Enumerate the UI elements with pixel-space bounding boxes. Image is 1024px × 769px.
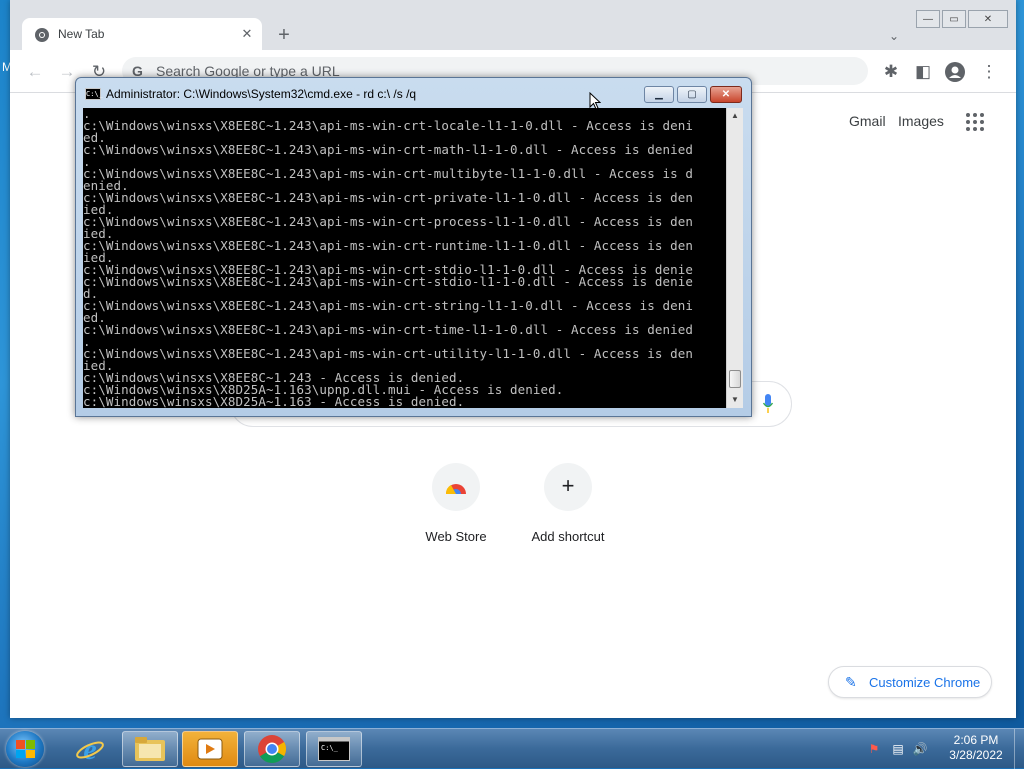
extensions-icon[interactable]: ✱ [878, 59, 904, 85]
taskbar-item-windows-explorer[interactable] [122, 731, 178, 767]
console-line: c:\Windows\winsxs\X8D25A~1.163 - Access … [83, 394, 465, 408]
command-prompt-icon: C:\_ [318, 737, 350, 761]
console-output[interactable]: . c:\Windows\winsxs\X8EE8C~1.243\api-ms-w… [83, 108, 726, 408]
desktop: M New Tab ✕ + ⌄ — ▭ ✕ ← → ↻ G Search Goo… [0, 0, 1024, 728]
scrollbar-thumb[interactable] [729, 370, 741, 388]
clock[interactable]: 2:06 PM 3/28/2022 [940, 733, 1012, 763]
taskbar-item-chrome[interactable] [244, 731, 300, 767]
new-tab-button[interactable]: + [272, 24, 296, 48]
media-player-icon [197, 738, 223, 760]
side-panel-icon[interactable]: ◧ [910, 59, 936, 85]
taskbar-item-media-player[interactable] [182, 731, 238, 767]
cmd-title: Administrator: C:\Windows\System32\cmd.e… [106, 87, 417, 101]
console-line: c:\Windows\winsxs\X8EE8C~1.243\api-ms-wi… [83, 238, 694, 253]
tab-close-icon[interactable]: ✕ [238, 25, 256, 43]
profile-icon[interactable] [942, 59, 968, 85]
tab-new-tab[interactable]: New Tab ✕ [22, 18, 262, 52]
console-line: c:\Windows\winsxs\X8EE8C~1.243\api-ms-wi… [83, 322, 694, 337]
tab-search-button[interactable]: ⌄ [884, 26, 904, 46]
cmd-close-button[interactable]: ✕ [710, 86, 742, 103]
network-icon[interactable]: ▤ [890, 741, 906, 757]
action-center-icon[interactable]: ⚑ [866, 741, 882, 757]
web-store-icon [432, 463, 480, 511]
taskbar-item-command-prompt[interactable]: C:\_ [306, 731, 362, 767]
taskbar-item-internet-explorer[interactable]: e [62, 731, 118, 767]
scroll-up-icon[interactable]: ▲ [727, 108, 743, 124]
console-line: c:\Windows\winsxs\X8EE8C~1.243\api-ms-wi… [83, 166, 694, 181]
show-desktop-button[interactable] [1014, 729, 1024, 769]
pencil-icon: ✎ [845, 674, 857, 690]
cmd-window: C:\_ Administrator: C:\Windows\System32\… [75, 77, 752, 417]
volume-icon[interactable]: 🔊 [912, 741, 928, 757]
chrome-icon [258, 735, 287, 763]
images-link[interactable]: Images [898, 113, 944, 129]
avatar-icon [945, 62, 965, 82]
cmd-icon: C:\_ [85, 88, 103, 100]
chrome-close-button[interactable]: ✕ [968, 10, 1008, 28]
cmd-minimize-button[interactable]: ▁ [644, 86, 674, 103]
tab-title: New Tab [58, 27, 105, 41]
customize-chrome-label: Customize Chrome [869, 675, 981, 690]
start-button[interactable] [6, 731, 44, 767]
taskbar: e C:\_ ⚑ ▤ 🔊 2:06 PM 3/28/2022 [0, 728, 1024, 769]
console-line: c:\Windows\winsxs\X8EE8C~1.243\api-ms-wi… [83, 298, 694, 313]
back-button[interactable]: ← [22, 59, 48, 85]
shortcut-label: Web Store [425, 529, 487, 544]
windows-logo-icon [16, 740, 35, 758]
console-line: c:\Windows\winsxs\X8EE8C~1.243\api-ms-wi… [83, 214, 694, 229]
tab-strip: New Tab ✕ + ⌄ — ▭ ✕ [10, 0, 1016, 52]
internet-explorer-icon: e [76, 734, 104, 764]
add-icon: + [544, 463, 592, 511]
console-line: c:\Windows\winsxs\X8EE8C~1.243\api-ms-wi… [83, 190, 694, 205]
cmd-maximize-button[interactable]: ▢ [677, 86, 707, 103]
customize-chrome-button[interactable]: ✎ Customize Chrome [828, 666, 992, 698]
chrome-maximize-button[interactable]: ▭ [942, 10, 966, 28]
svg-text:C:\_: C:\_ [321, 744, 339, 752]
svg-text:e: e [83, 734, 96, 764]
shortcut-label: Add shortcut [531, 529, 605, 544]
scroll-down-icon[interactable]: ▼ [727, 392, 743, 408]
console-line: c:\Windows\winsxs\X8EE8C~1.243\api-ms-wi… [83, 274, 694, 289]
chrome-minimize-button[interactable]: — [916, 10, 940, 28]
clock-date: 3/28/2022 [949, 748, 1003, 762]
shortcut-web-store[interactable]: Web Store [406, 463, 506, 544]
chrome-menu-icon[interactable]: ⋮ [976, 59, 1002, 85]
google-apps-icon[interactable] [966, 113, 984, 131]
gmail-link[interactable]: Gmail [849, 113, 886, 129]
clock-time: 2:06 PM [953, 733, 999, 747]
shortcut-add[interactable]: + Add shortcut [518, 463, 618, 544]
folder-icon [135, 737, 165, 761]
console-line: c:\Windows\winsxs\X8EE8C~1.243\api-ms-wi… [83, 142, 694, 157]
chrome-tab-icon [35, 28, 49, 42]
console-line: c:\Windows\winsxs\X8EE8C~1.243\api-ms-wi… [83, 346, 694, 361]
microphone-icon[interactable] [763, 393, 773, 415]
console-scrollbar[interactable]: ▲ ▼ [726, 108, 743, 408]
mouse-cursor-icon [589, 92, 601, 110]
console-line: c:\Windows\winsxs\X8EE8C~1.243\api-ms-wi… [83, 118, 694, 133]
